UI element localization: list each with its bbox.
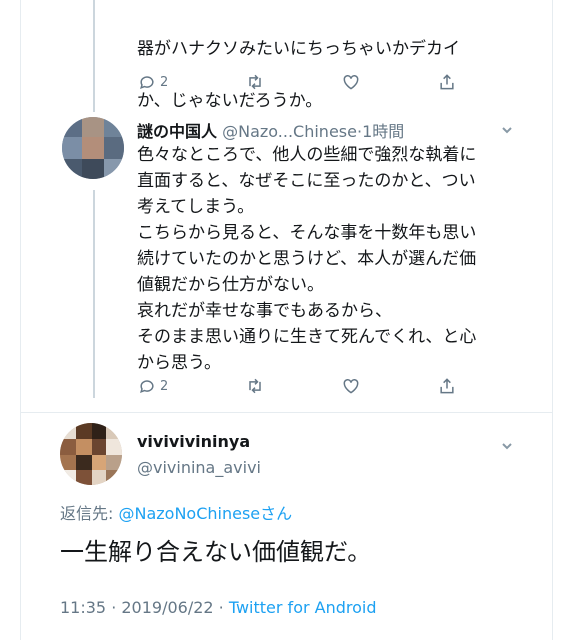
like-button[interactable] — [341, 376, 361, 396]
retweet-icon — [248, 378, 261, 394]
chevron-down-icon — [502, 127, 512, 134]
share-button[interactable] — [437, 376, 457, 396]
tweet-header: 謎の中国人 @Nazo...Chinese·1時間 — [137, 118, 404, 142]
reply-button[interactable]: 2 — [137, 72, 168, 92]
tweet-actions: 2 — [137, 70, 457, 94]
display-name[interactable]: 謎の中国人 — [137, 122, 217, 141]
reply-to-line: 返信先: @NazoNoChineseさん — [60, 500, 292, 524]
reply-icon — [140, 380, 154, 394]
source-link[interactable]: Twitter for Android — [229, 598, 377, 617]
tweet-menu[interactable] — [500, 122, 514, 136]
reply-count: 2 — [160, 74, 169, 90]
retweet-button[interactable] — [245, 72, 265, 92]
thread-connector — [93, 190, 95, 398]
avatar[interactable] — [60, 423, 122, 485]
thread-connector — [93, 0, 95, 112]
chevron-down-icon — [502, 443, 512, 450]
focus-handle-line: @vivinina_avivi — [137, 458, 261, 477]
divider — [20, 412, 553, 413]
tweet-time[interactable]: 1時間 — [362, 122, 404, 141]
tweet-actions: 2 — [137, 374, 457, 398]
reply-icon — [140, 76, 154, 90]
tweet-menu[interactable] — [500, 438, 514, 452]
reply-button[interactable]: 2 — [137, 376, 168, 396]
avatar[interactable] — [62, 117, 124, 179]
focus-tweet-text: 一生解り合えない価値観だ。 — [60, 538, 372, 566]
display-name[interactable]: vivivivininya — [137, 432, 250, 451]
like-button[interactable] — [341, 72, 361, 92]
like-icon — [343, 378, 359, 394]
reply-count: 2 — [160, 378, 169, 394]
focus-name-line: vivivivininya — [137, 432, 250, 451]
share-button[interactable] — [437, 72, 457, 92]
share-icon — [440, 74, 454, 90]
share-icon — [440, 378, 454, 394]
timestamp[interactable]: 11:35 · 2019/06/22 · — [60, 598, 229, 617]
reply-to-label: 返信先: — [60, 504, 119, 523]
reply-mention-link[interactable]: @NazoNoChineseさん — [118, 504, 292, 523]
user-handle[interactable]: @vivinina_avivi — [137, 458, 261, 477]
retweet-icon — [248, 74, 261, 90]
user-handle[interactable]: @Nazo...Chinese — [222, 122, 357, 141]
like-icon — [343, 74, 359, 90]
retweet-button[interactable] — [245, 376, 265, 396]
tweet-meta: 11:35 · 2019/06/22 · Twitter for Android — [60, 598, 377, 617]
tweet-text: 色々なところで、他人の些細で強烈な執着に 直面すると、なぜそこに至ったのかと、つ… — [137, 145, 477, 373]
